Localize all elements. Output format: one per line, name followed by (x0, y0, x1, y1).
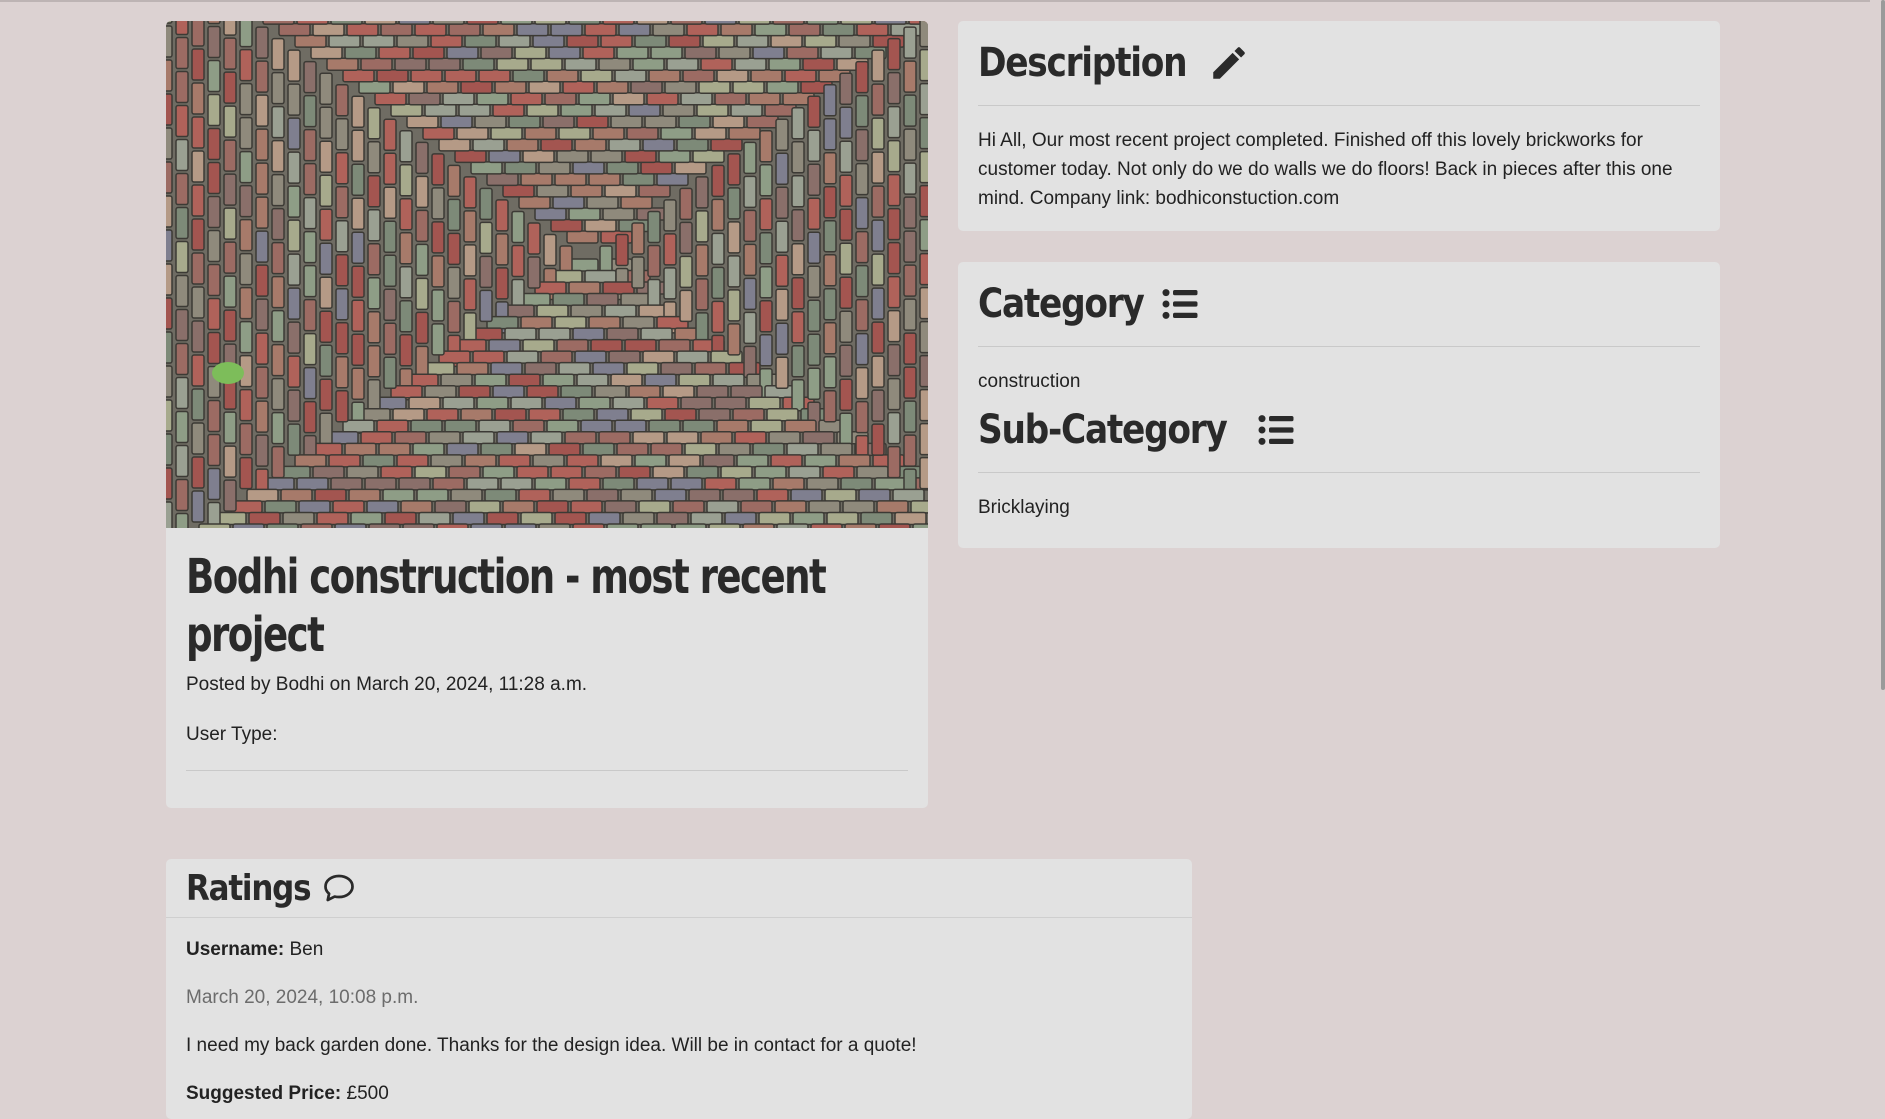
sub-category-heading: Sub-Category (978, 400, 1700, 473)
rating-item: Username: Ben March 20, 2024, 10:08 p.m.… (166, 918, 1192, 1106)
post-title: Bodhi construction - most recent project (186, 549, 827, 663)
top-border (0, 0, 1870, 2)
comment-icon (323, 874, 354, 902)
ratings-card: Ratings Username: Ben March 20, 2024, 10… (166, 859, 1192, 1119)
rating-date: March 20, 2024, 10:08 p.m. (186, 987, 419, 1008)
description-card: Description Hi All, Our most recent proj… (958, 21, 1720, 231)
sub-category-heading-text: Sub-Category (978, 407, 1228, 453)
rating-username-row: Username: Ben (186, 938, 1172, 962)
pencil-icon (1213, 47, 1245, 79)
rating-price-row: Suggested Price: £500 (186, 1082, 1172, 1106)
category-value: construction (978, 371, 1081, 392)
post-meta: Posted by Bodhi on March 20, 2024, 11:28… (186, 674, 908, 696)
ratings-heading: Ratings (186, 867, 312, 909)
suggested-price: £500 (346, 1083, 389, 1104)
post-card: Bodhi construction - most recent project… (166, 21, 928, 808)
description-heading: Description (978, 33, 1700, 106)
user-type-label: User Type: (186, 724, 278, 745)
post-image (166, 21, 928, 528)
posted-by-label: Posted by (186, 674, 271, 695)
post-date: March 20, 2024, 11:28 a.m. (356, 674, 588, 695)
rating-comment: I need my back garden done. Thanks for t… (186, 1035, 917, 1056)
list-icon (1258, 415, 1294, 445)
ratings-header: Ratings (166, 859, 1192, 918)
sub-category-value: Bricklaying (978, 497, 1070, 518)
username-label: Username: (186, 939, 285, 960)
post-divider (186, 770, 908, 771)
description-heading-text: Description (978, 40, 1188, 86)
category-heading: Category (978, 274, 1700, 347)
suggested-price-label: Suggested Price: (186, 1083, 342, 1104)
category-card: Category construction Sub-Category Brick… (958, 262, 1720, 548)
posted-on-label: on (329, 674, 351, 695)
post-author: Bodhi (275, 674, 325, 695)
list-icon (1162, 289, 1198, 319)
description-text: Hi All, Our most recent project complete… (978, 130, 1673, 209)
rating-username: Ben (289, 939, 324, 960)
page-scrollbar[interactable] (1881, 0, 1885, 690)
category-heading-text: Category (978, 281, 1145, 327)
